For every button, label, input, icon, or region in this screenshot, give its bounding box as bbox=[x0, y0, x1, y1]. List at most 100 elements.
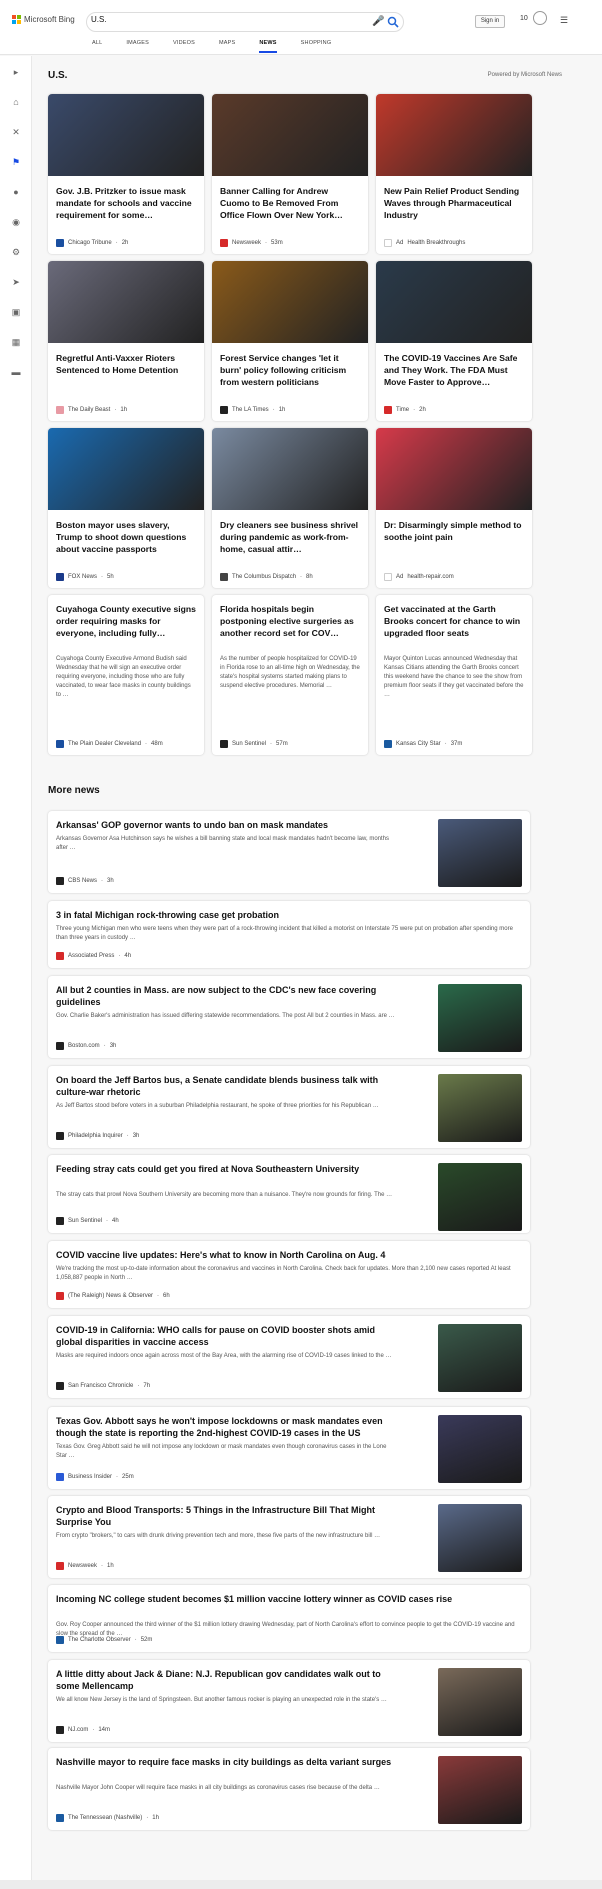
news-list-item[interactable]: All but 2 counties in Mass. are now subj… bbox=[48, 976, 530, 1058]
entertainment-icon[interactable]: ▣ bbox=[10, 306, 22, 318]
search-input[interactable] bbox=[91, 15, 351, 24]
microphone-icon[interactable]: 🎤 bbox=[372, 16, 384, 27]
news-thumbnail[interactable] bbox=[376, 261, 532, 343]
card-title[interactable]: Dry cleaners see business shrivel during… bbox=[220, 519, 360, 555]
card-title[interactable]: Forest Service changes 'let it burn' pol… bbox=[220, 352, 360, 388]
news-card[interactable]: Get vaccinated at the Garth Brooks conce… bbox=[376, 595, 532, 755]
news-list-item[interactable]: Crypto and Blood Transports: 5 Things in… bbox=[48, 1496, 530, 1578]
expand-arrow-icon[interactable]: ▸ bbox=[10, 66, 22, 78]
news-thumbnail[interactable] bbox=[212, 428, 368, 510]
news-card[interactable]: Gov. J.B. Pritzker to issue mask mandate… bbox=[48, 94, 204, 254]
microsoft-logo-icon bbox=[12, 15, 21, 24]
news-thumbnail[interactable] bbox=[376, 428, 532, 510]
item-title[interactable]: Incoming NC college student becomes $1 m… bbox=[56, 1593, 516, 1605]
item-thumbnail[interactable] bbox=[438, 1074, 522, 1142]
item-thumbnail[interactable] bbox=[438, 1324, 522, 1392]
separator: · bbox=[444, 741, 447, 747]
item-thumbnail[interactable] bbox=[438, 1415, 522, 1483]
globe-icon[interactable]: ◉ bbox=[10, 216, 22, 228]
tab-all[interactable]: ALL bbox=[92, 40, 102, 53]
news-list-item[interactable]: On board the Jeff Bartos bus, a Senate c… bbox=[48, 1066, 530, 1148]
source-name: health-repair.com bbox=[407, 574, 454, 580]
card-title[interactable]: The COVID-19 Vaccines Are Safe and They … bbox=[384, 352, 524, 388]
tab-videos[interactable]: VIDEOS bbox=[173, 40, 195, 53]
source-logo-icon bbox=[56, 1473, 64, 1481]
rewards-trophy-icon[interactable] bbox=[533, 11, 547, 25]
card-title[interactable]: Florida hospitals begin postponing elect… bbox=[220, 603, 360, 639]
source-line: Boston.com · 3h bbox=[56, 1042, 116, 1050]
news-thumbnail[interactable] bbox=[48, 94, 204, 176]
news-card[interactable]: Forest Service changes 'let it burn' pol… bbox=[212, 261, 368, 421]
rewards-count[interactable]: 10 bbox=[520, 15, 528, 22]
news-list-item[interactable]: Feeding stray cats could get you fired a… bbox=[48, 1155, 530, 1233]
news-thumbnail[interactable] bbox=[212, 94, 368, 176]
item-title[interactable]: All but 2 counties in Mass. are now subj… bbox=[56, 984, 396, 1008]
news-list-item[interactable]: Texas Gov. Abbott says he won't impose l… bbox=[48, 1407, 530, 1489]
item-thumbnail[interactable] bbox=[438, 984, 522, 1052]
news-thumbnail[interactable] bbox=[48, 261, 204, 343]
tab-maps[interactable]: MAPS bbox=[219, 40, 235, 53]
news-card[interactable]: Boston mayor uses slavery, Trump to shoo… bbox=[48, 428, 204, 588]
location-icon[interactable]: ● bbox=[10, 186, 22, 198]
news-list-item[interactable]: A little ditty about Jack & Diane: N.J. … bbox=[48, 1660, 530, 1742]
news-card[interactable]: The COVID-19 Vaccines Are Safe and They … bbox=[376, 261, 532, 421]
news-list-item[interactable]: Arkansas' GOP governor wants to undo ban… bbox=[48, 811, 530, 893]
card-title[interactable]: Banner Calling for Andrew Cuomo to Be Re… bbox=[220, 185, 360, 221]
bing-logo[interactable]: Microsoft Bing bbox=[12, 15, 75, 24]
item-thumbnail[interactable] bbox=[438, 819, 522, 887]
item-title[interactable]: On board the Jeff Bartos bus, a Senate c… bbox=[56, 1074, 396, 1098]
science-icon[interactable]: ⚙ bbox=[10, 246, 22, 258]
news-card[interactable]: New Pain Relief Product Sending Waves th… bbox=[376, 94, 532, 254]
card-title[interactable]: Regretful Anti-Vaxxer Rioters Sentenced … bbox=[56, 352, 196, 376]
news-card[interactable]: Florida hospitals begin postponing elect… bbox=[212, 595, 368, 755]
tab-news[interactable]: NEWS bbox=[259, 40, 277, 53]
tab-shopping[interactable]: SHOPPING bbox=[301, 40, 332, 53]
news-list-item[interactable]: Incoming NC college student becomes $1 m… bbox=[48, 1585, 530, 1652]
news-card[interactable]: Cuyahoga County executive signs order re… bbox=[48, 595, 204, 755]
sign-in-button[interactable]: Sign in bbox=[475, 15, 505, 28]
business-icon[interactable]: ▦ bbox=[10, 336, 22, 348]
item-title[interactable]: Texas Gov. Abbott says he won't impose l… bbox=[56, 1415, 396, 1439]
item-title[interactable]: Nashville mayor to require face masks in… bbox=[56, 1756, 396, 1768]
item-title[interactable]: 3 in fatal Michigan rock-throwing case g… bbox=[56, 909, 516, 921]
item-thumbnail[interactable] bbox=[438, 1668, 522, 1736]
rocket-icon[interactable]: ➤ bbox=[10, 276, 22, 288]
news-thumbnail[interactable] bbox=[376, 94, 532, 176]
item-title[interactable]: COVID vaccine live updates: Here's what … bbox=[56, 1249, 516, 1261]
card-title[interactable]: Cuyahoga County executive signs order re… bbox=[56, 603, 196, 639]
item-title[interactable]: Arkansas' GOP governor wants to undo ban… bbox=[56, 819, 396, 831]
item-title[interactable]: Feeding stray cats could get you fired a… bbox=[56, 1163, 396, 1175]
item-thumbnail[interactable] bbox=[438, 1504, 522, 1572]
item-description: Three young Michigan men who were teens … bbox=[56, 926, 513, 941]
news-list-item[interactable]: COVID vaccine live updates: Here's what … bbox=[48, 1241, 530, 1308]
card-title[interactable]: Boston mayor uses slavery, Trump to shoo… bbox=[56, 519, 196, 555]
home-icon[interactable]: ⌂ bbox=[10, 96, 22, 108]
news-list-item[interactable]: COVID-19 in California: WHO calls for pa… bbox=[48, 1316, 530, 1398]
news-card[interactable]: Regretful Anti-Vaxxer Rioters Sentenced … bbox=[48, 261, 204, 421]
news-list-item[interactable]: 3 in fatal Michigan rock-throwing case g… bbox=[48, 901, 530, 968]
news-thumbnail[interactable] bbox=[48, 428, 204, 510]
flag-icon[interactable]: ⚑ bbox=[10, 156, 22, 168]
news-card[interactable]: Banner Calling for Andrew Cuomo to Be Re… bbox=[212, 94, 368, 254]
item-thumbnail[interactable] bbox=[438, 1163, 522, 1231]
news-card[interactable]: Dry cleaners see business shrivel during… bbox=[212, 428, 368, 588]
item-title[interactable]: Crypto and Blood Transports: 5 Things in… bbox=[56, 1504, 396, 1528]
news-thumbnail[interactable] bbox=[212, 261, 368, 343]
card-title[interactable]: Gov. J.B. Pritzker to issue mask mandate… bbox=[56, 185, 196, 221]
item-thumbnail[interactable] bbox=[438, 1756, 522, 1824]
item-title[interactable]: COVID-19 in California: WHO calls for pa… bbox=[56, 1324, 396, 1348]
search-icon[interactable] bbox=[387, 16, 399, 28]
item-title[interactable]: A little ditty about Jack & Diane: N.J. … bbox=[56, 1668, 396, 1692]
hamburger-menu-icon[interactable]: ☰ bbox=[560, 15, 570, 26]
card-title[interactable]: New Pain Relief Product Sending Waves th… bbox=[384, 185, 524, 221]
news-card[interactable]: Dr: Disarmingly simple method to soothe … bbox=[376, 428, 532, 588]
money-icon[interactable]: ▬ bbox=[10, 366, 22, 378]
tools-icon[interactable]: ✕ bbox=[10, 126, 22, 138]
source-name: Newsweek bbox=[68, 1563, 98, 1569]
card-title[interactable]: Dr: Disarmingly simple method to soothe … bbox=[384, 519, 524, 543]
news-list-item[interactable]: Nashville mayor to require face masks in… bbox=[48, 1748, 530, 1830]
source-line: Chicago Tribune · 2h bbox=[56, 239, 128, 247]
source-name: Associated Press bbox=[68, 953, 115, 959]
tab-images[interactable]: IMAGES bbox=[126, 40, 149, 53]
card-title[interactable]: Get vaccinated at the Garth Brooks conce… bbox=[384, 603, 524, 639]
